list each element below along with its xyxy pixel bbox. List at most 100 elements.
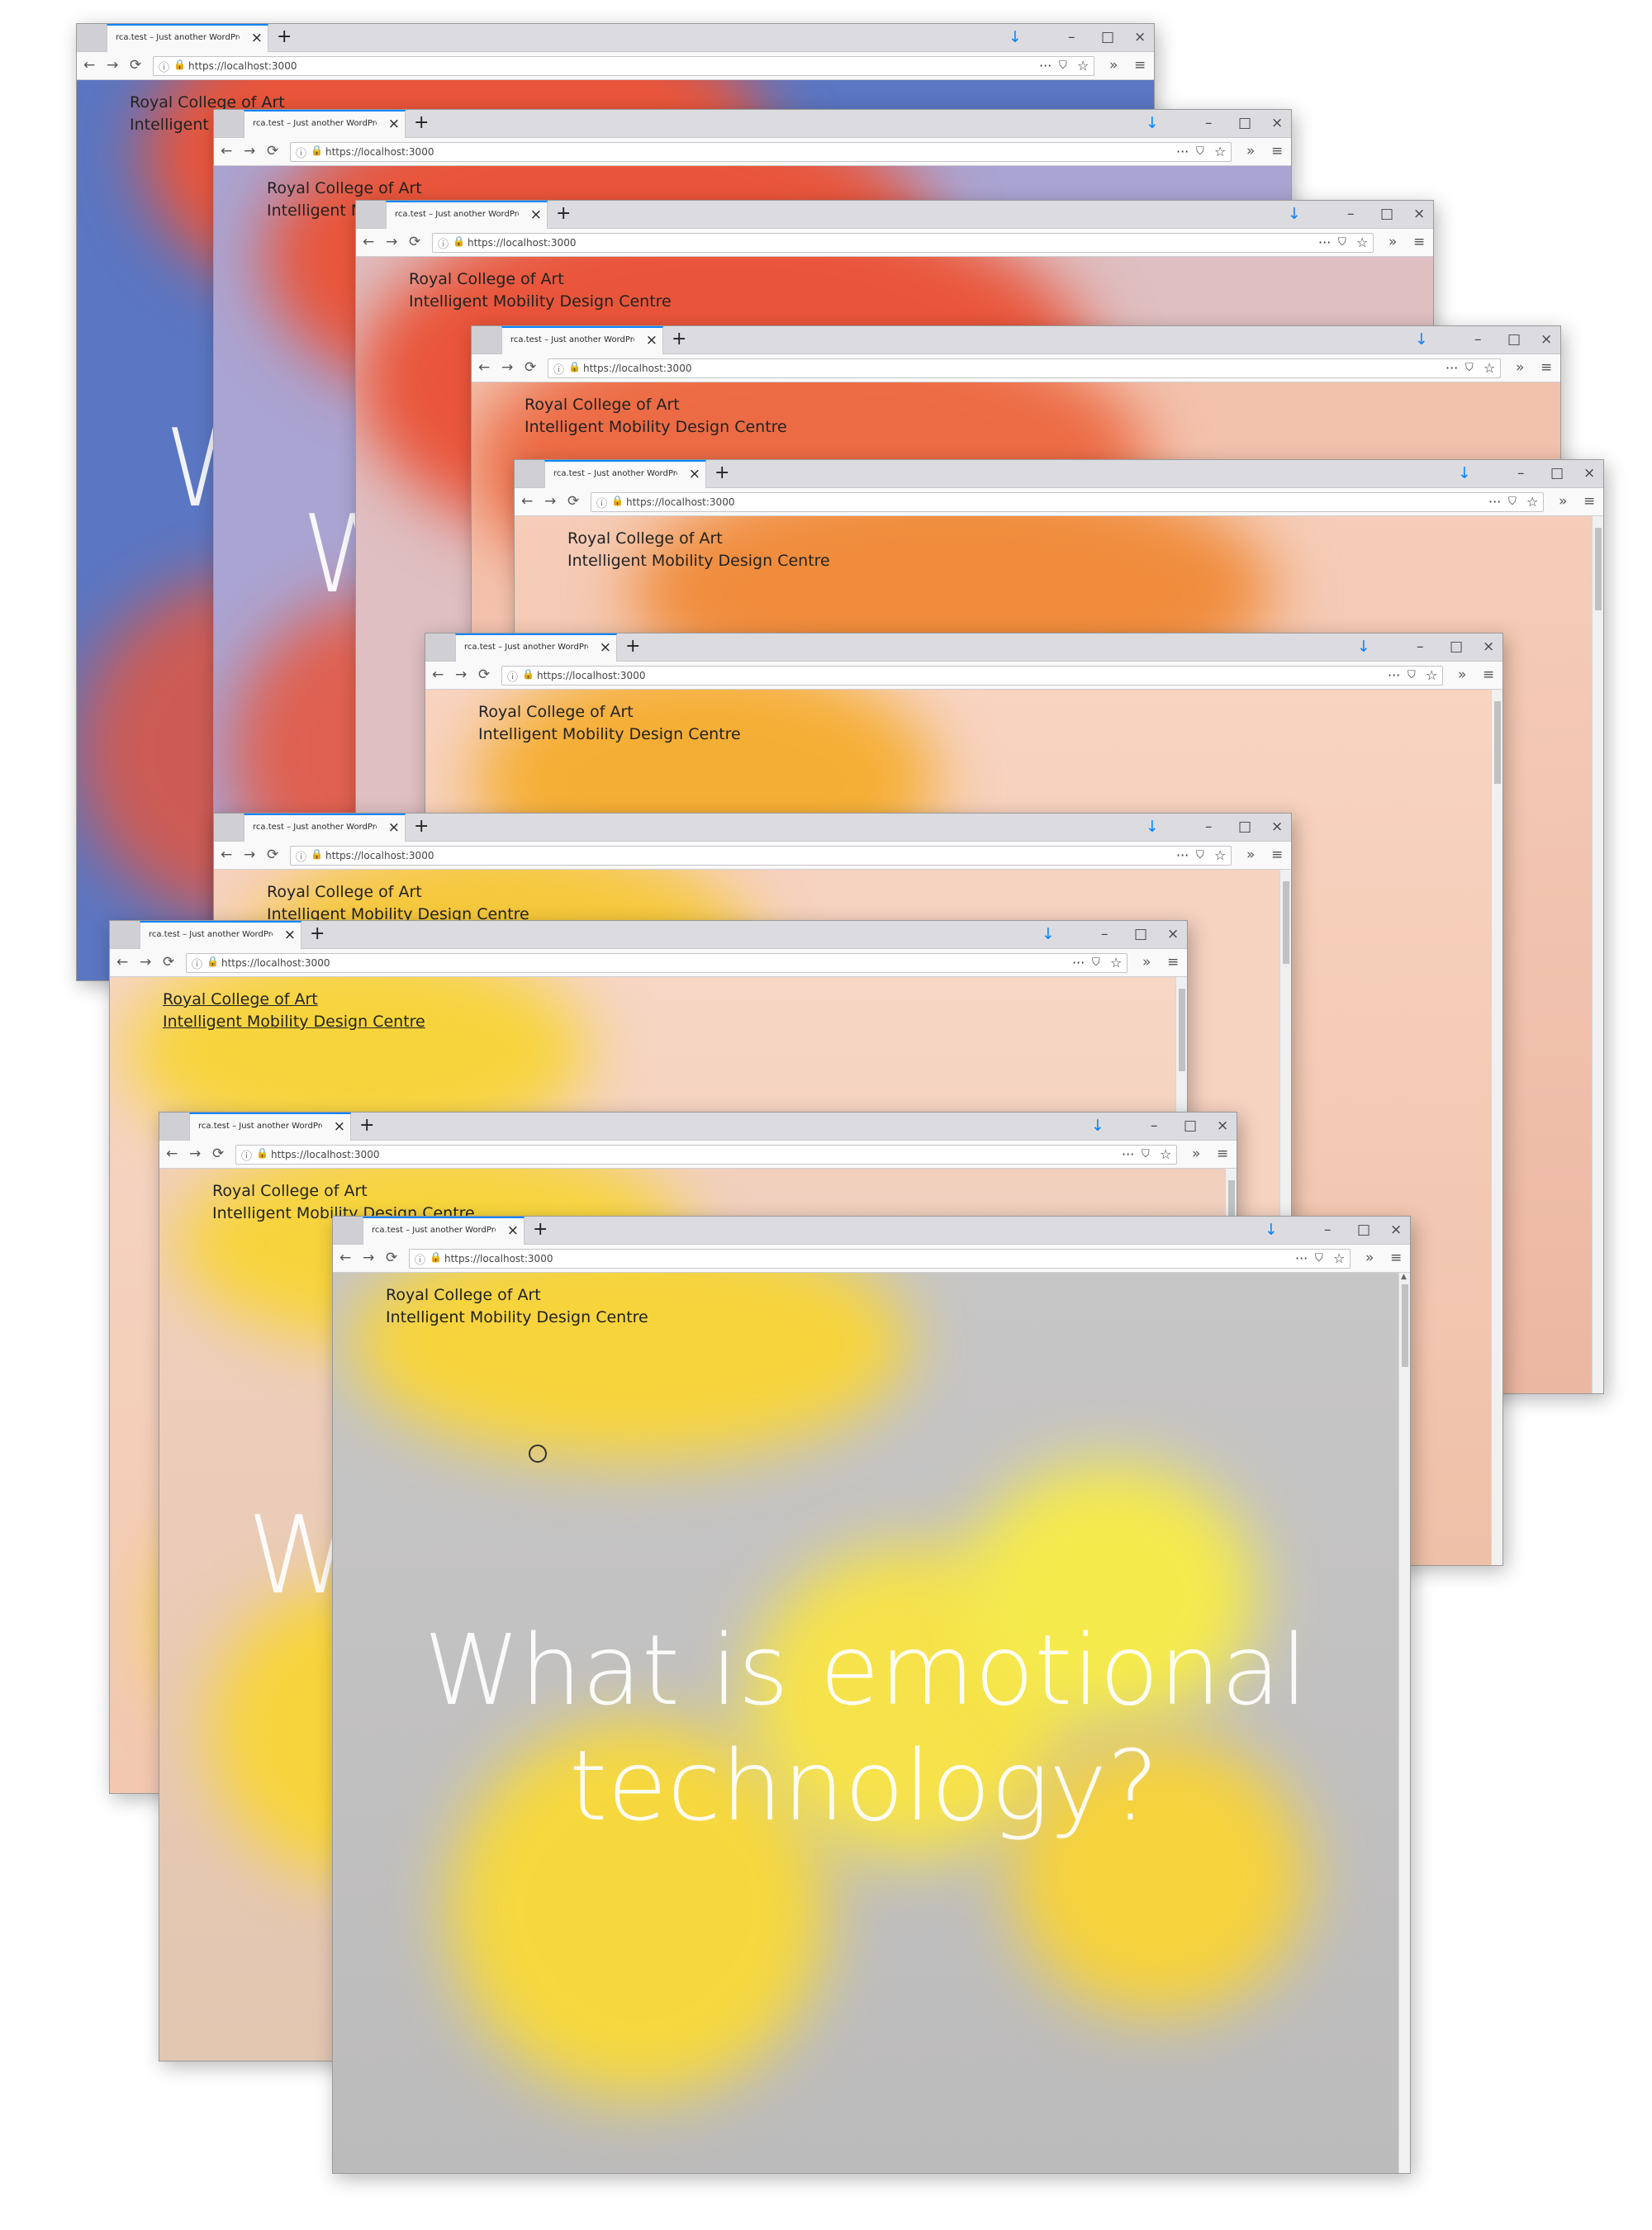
site-title[interactable]: Royal College of Art	[409, 268, 564, 291]
new-tab-button[interactable]: +	[359, 1116, 374, 1136]
bookmark-star-icon[interactable]: ☆	[1356, 235, 1368, 250]
url-bar[interactable]: ⓘ 🔒 https://localhost:3000 ··· ⛉ ☆	[290, 846, 1232, 866]
site-title[interactable]: Royal College of Art	[267, 881, 422, 904]
maximize-button[interactable]: □	[1550, 463, 1564, 483]
url-text[interactable]: https://localhost:3000	[221, 957, 330, 969]
lock-icon[interactable]: 🔒	[568, 361, 581, 372]
page-actions-icon[interactable]: ···	[1176, 847, 1189, 863]
site-subtitle[interactable]: Intelligent Mobility Design Centre	[163, 1011, 425, 1033]
menu-icon[interactable]: ≡	[1271, 847, 1283, 863]
pocket-icon[interactable]: ⛉	[1508, 496, 1517, 508]
site-subtitle[interactable]: Intelligent Mobility Design Centre	[478, 724, 741, 746]
site-subtitle[interactable]: Intelligent Mobility Design Centre	[525, 416, 787, 439]
back-icon[interactable]: ←	[116, 954, 128, 970]
page-actions-icon[interactable]: ···	[1446, 360, 1458, 376]
lock-icon[interactable]: 🔒	[311, 848, 323, 860]
scrollbar[interactable]	[1592, 516, 1603, 1393]
url-bar[interactable]: ⓘ 🔒 https://localhost:3000 ··· ⛉ ☆	[186, 953, 1127, 973]
download-icon[interactable]: ↓	[1009, 26, 1022, 48]
url-bar[interactable]: ⓘ 🔒 https://localhost:3000 ··· ⛉ ☆	[153, 56, 1094, 76]
info-icon[interactable]: ⓘ	[438, 235, 449, 251]
menu-icon[interactable]: ≡	[1217, 1146, 1228, 1162]
download-icon[interactable]: ↓	[1042, 923, 1055, 945]
bookmark-star-icon[interactable]: ☆	[1526, 494, 1538, 510]
url-text[interactable]: https://localhost:3000	[468, 237, 576, 249]
tab-close-icon[interactable]: ×	[507, 1222, 519, 1239]
close-window-button[interactable]: ×	[1217, 1116, 1228, 1136]
pocket-icon[interactable]: ⛉	[1338, 236, 1346, 249]
back-icon[interactable]: ←	[221, 847, 232, 863]
menu-icon[interactable]: ≡	[1540, 359, 1552, 376]
lock-icon[interactable]: 🔒	[453, 235, 465, 247]
pocket-icon[interactable]: ⛉	[1408, 669, 1416, 681]
overflow-icon[interactable]: »	[1559, 493, 1567, 510]
tab-active[interactable]: rca.test – Just another WordPress si ×	[363, 1217, 525, 1245]
close-window-button[interactable]: ×	[1540, 330, 1552, 349]
bookmark-star-icon[interactable]: ☆	[1333, 1250, 1345, 1266]
reload-icon[interactable]: ⟳	[130, 57, 141, 74]
info-icon[interactable]: ⓘ	[415, 1251, 425, 1267]
url-bar[interactable]: ⓘ 🔒 https://localhost:3000 ··· ⛉ ☆	[290, 142, 1232, 162]
forward-icon[interactable]: →	[244, 143, 255, 159]
maximize-button[interactable]: □	[1357, 1220, 1370, 1240]
reload-icon[interactable]: ⟳	[267, 847, 278, 863]
overflow-icon[interactable]: »	[1365, 1250, 1374, 1266]
site-title[interactable]: Royal College of Art	[267, 178, 422, 200]
close-window-button[interactable]: ×	[1413, 204, 1425, 224]
download-icon[interactable]: ↓	[1288, 203, 1301, 225]
pocket-icon[interactable]: ⛉	[1196, 145, 1204, 158]
lock-icon[interactable]: 🔒	[522, 668, 534, 680]
url-text[interactable]: https://localhost:3000	[188, 60, 297, 72]
tab-active[interactable]: rca.test – Just another WordPress si ×	[501, 326, 663, 354]
bookmark-star-icon[interactable]: ☆	[1214, 847, 1226, 863]
overflow-icon[interactable]: »	[1109, 57, 1118, 74]
maximize-button[interactable]: □	[1507, 330, 1521, 349]
menu-icon[interactable]: ≡	[1413, 234, 1425, 250]
scrollbar[interactable]: ▲	[1398, 1273, 1410, 2173]
overflow-icon[interactable]: »	[1192, 1146, 1200, 1162]
close-window-button[interactable]: ×	[1134, 27, 1146, 47]
minimize-button[interactable]: –	[1205, 817, 1213, 837]
tab-close-icon[interactable]: ×	[284, 927, 296, 943]
scrollbar-thumb[interactable]	[1595, 528, 1602, 610]
forward-icon[interactable]: →	[107, 57, 118, 74]
minimize-button[interactable]: –	[1068, 27, 1075, 47]
site-subtitle[interactable]: Intelligent Mobility Design Centre	[567, 550, 830, 572]
page-actions-icon[interactable]: ···	[1122, 1146, 1134, 1162]
new-tab-button[interactable]: +	[625, 637, 640, 657]
url-text[interactable]: https://localhost:3000	[626, 496, 734, 508]
url-text[interactable]: https://localhost:3000	[444, 1253, 553, 1264]
maximize-button[interactable]: □	[1134, 924, 1147, 944]
tab-close-icon[interactable]: ×	[388, 116, 400, 132]
back-icon[interactable]: ←	[221, 143, 232, 159]
minimize-button[interactable]: –	[1324, 1220, 1332, 1240]
close-window-button[interactable]: ×	[1483, 637, 1494, 657]
overflow-icon[interactable]: »	[1142, 954, 1151, 970]
reload-icon[interactable]: ⟳	[267, 143, 278, 159]
url-bar[interactable]: ⓘ 🔒 https://localhost:3000 ··· ⛉ ☆	[591, 492, 1544, 512]
info-icon[interactable]: ⓘ	[507, 668, 518, 684]
download-icon[interactable]: ↓	[1091, 1115, 1104, 1136]
tab-close-icon[interactable]: ×	[334, 1118, 345, 1135]
overflow-icon[interactable]: »	[1246, 847, 1255, 863]
forward-icon[interactable]: →	[140, 954, 151, 970]
site-title[interactable]: Royal College of Art	[386, 1284, 541, 1307]
site-title[interactable]: Royal College of Art	[567, 528, 723, 550]
pocket-icon[interactable]: ⛉	[1465, 362, 1474, 374]
url-bar[interactable]: ⓘ 🔒 https://localhost:3000 ··· ⛉ ☆	[432, 233, 1374, 253]
lock-icon[interactable]: 🔒	[611, 495, 624, 506]
new-tab-button[interactable]: +	[714, 463, 729, 483]
overflow-icon[interactable]: »	[1246, 143, 1255, 159]
new-tab-button[interactable]: +	[556, 204, 571, 224]
site-title[interactable]: Royal College of Art	[525, 394, 680, 416]
tab-close-icon[interactable]: ×	[600, 639, 611, 656]
menu-icon[interactable]: ≡	[1583, 493, 1595, 510]
tab-active[interactable]: rca.test – Just another WordPress si ×	[244, 814, 406, 842]
back-icon[interactable]: ←	[363, 234, 374, 250]
back-icon[interactable]: ←	[339, 1250, 351, 1266]
site-title[interactable]: Royal College of Art	[478, 701, 634, 724]
forward-icon[interactable]: →	[244, 847, 255, 863]
tab-close-icon[interactable]: ×	[388, 819, 400, 836]
url-bar[interactable]: ⓘ 🔒 https://localhost:3000 ··· ⛉ ☆	[548, 358, 1501, 378]
forward-icon[interactable]: →	[363, 1250, 374, 1266]
